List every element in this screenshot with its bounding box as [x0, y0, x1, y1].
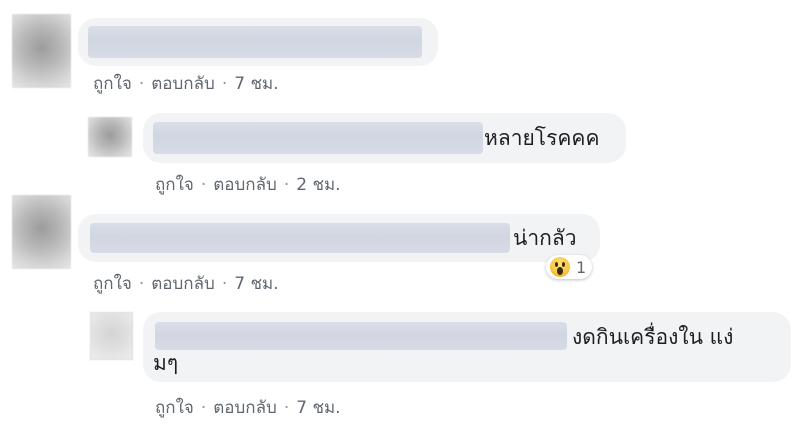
like-button[interactable]: ถูกใจ [155, 394, 194, 421]
comment-actions: ถูกใจ · ตอบกลับ · 7 ชม. [155, 394, 341, 421]
comment-bubble [78, 18, 438, 66]
redacted-name [90, 223, 510, 253]
wow-icon [550, 257, 570, 277]
timestamp[interactable]: 7 ชม. [296, 394, 340, 421]
separator-dot: · [138, 73, 145, 94]
redacted-name [155, 322, 567, 350]
comment-text-line-1: งดกินเครื่องใน แง่ [572, 325, 734, 349]
separator-dot: · [138, 273, 145, 294]
timestamp[interactable]: 7 ชม. [234, 270, 278, 297]
avatar[interactable] [90, 312, 133, 360]
timestamp[interactable]: 2 ชม. [296, 171, 340, 198]
separator-dot: · [200, 397, 207, 418]
separator-dot: · [221, 73, 228, 94]
like-button[interactable]: ถูกใจ [93, 70, 132, 97]
comment-bubble: หลายโรคคค [143, 113, 626, 163]
reaction-badge[interactable]: 1 [546, 255, 593, 279]
comment-text: หลายโรคคค [484, 126, 600, 150]
separator-dot: · [221, 273, 228, 294]
comment-actions: ถูกใจ · ตอบกลับ · 7 ชม. [93, 270, 279, 297]
avatar[interactable] [12, 14, 71, 88]
comment-actions: ถูกใจ · ตอบกลับ · 2 ชม. [155, 171, 341, 198]
redacted-name [88, 26, 422, 58]
reply-button[interactable]: ตอบกลับ [213, 171, 277, 198]
comment-text-line-2: มๆ [153, 351, 179, 375]
reply-button[interactable]: ตอบกลับ [151, 270, 215, 297]
separator-dot: · [283, 397, 290, 418]
avatar[interactable] [88, 117, 132, 157]
reaction-count: 1 [576, 257, 587, 277]
like-button[interactable]: ถูกใจ [93, 270, 132, 297]
comment-actions: ถูกใจ · ตอบกลับ · 7 ชม. [93, 70, 279, 97]
reply-button[interactable]: ตอบกลับ [151, 70, 215, 97]
comment-bubble: น่ากลัว [78, 214, 600, 262]
separator-dot: · [283, 174, 290, 195]
redacted-name [153, 122, 483, 154]
reply-button[interactable]: ตอบกลับ [213, 394, 277, 421]
comment-text: น่ากลัว [513, 226, 577, 250]
timestamp[interactable]: 7 ชม. [234, 70, 278, 97]
avatar[interactable] [12, 195, 71, 269]
separator-dot: · [200, 174, 207, 195]
comment-bubble: งดกินเครื่องใน แง่ มๆ [143, 312, 791, 382]
like-button[interactable]: ถูกใจ [155, 171, 194, 198]
